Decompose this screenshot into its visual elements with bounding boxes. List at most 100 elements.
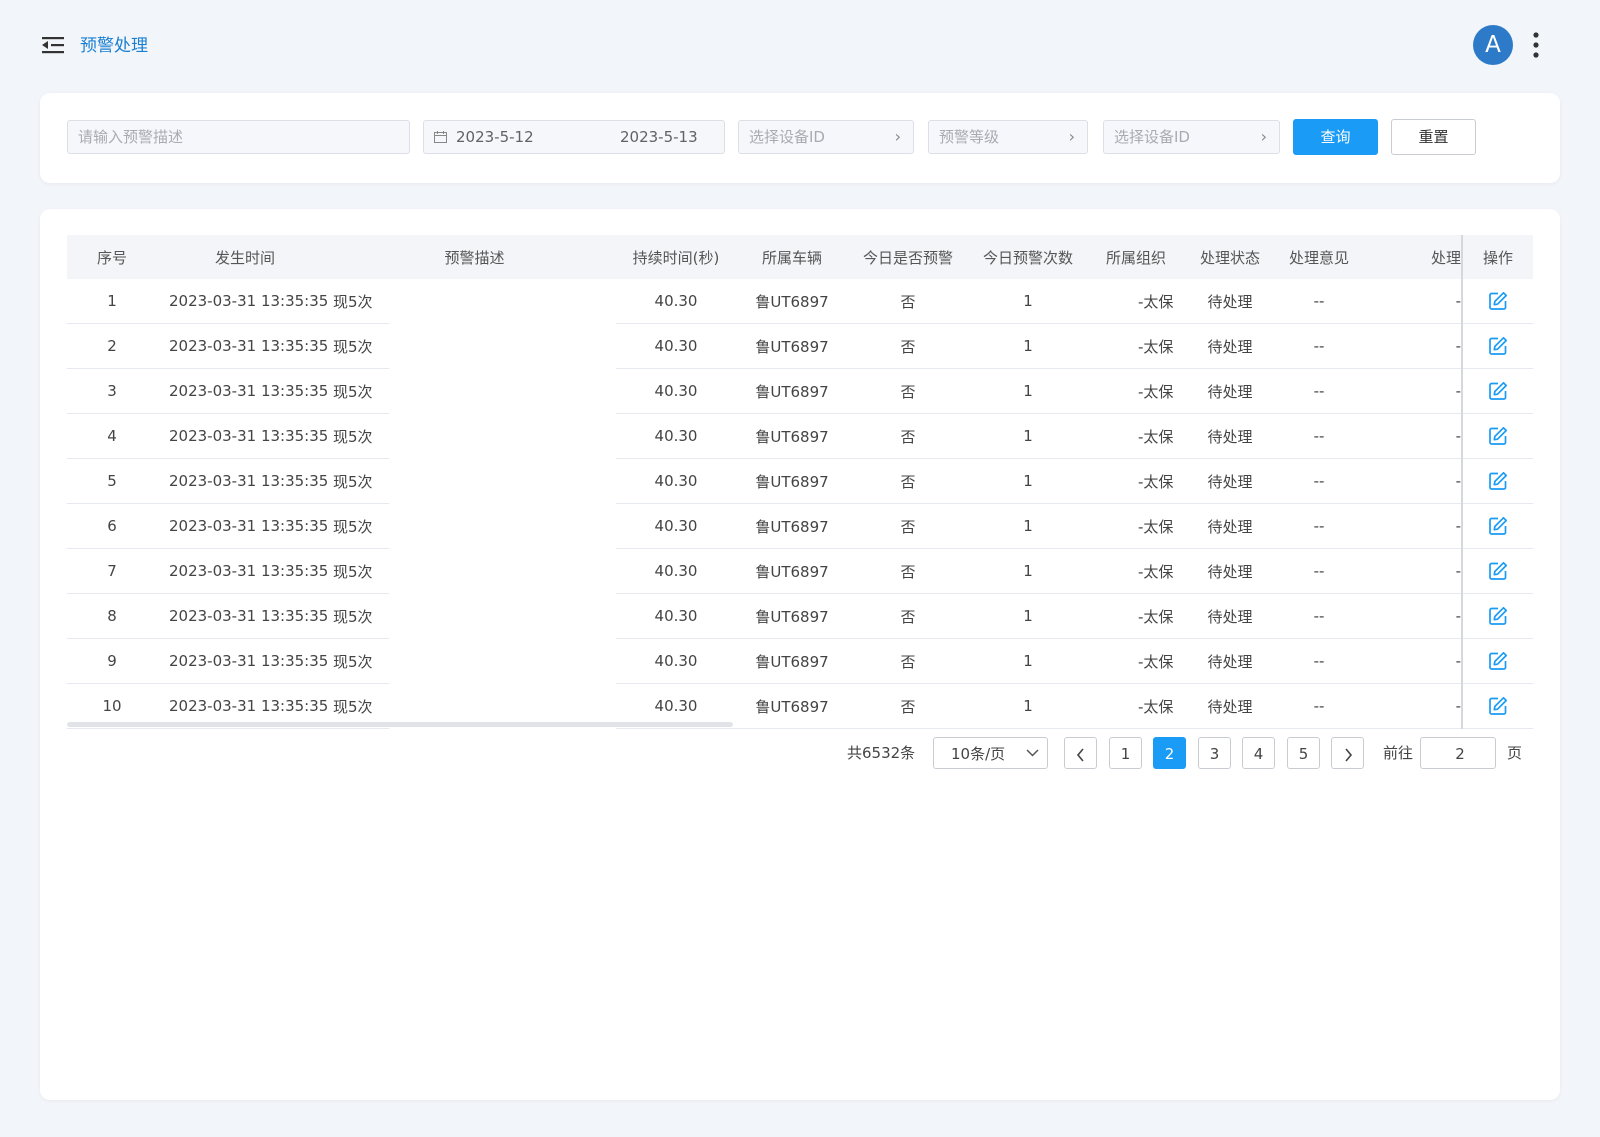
device-id-select-2[interactable]: 选择设备ID › — [1103, 120, 1280, 154]
date-end[interactable]: 2023-5-13 — [620, 121, 698, 153]
cell-vehicle: 鲁UT6897 — [736, 593, 849, 639]
cell-index: 4 — [67, 413, 157, 459]
cell-action — [1461, 458, 1534, 504]
page-number-2[interactable]: 2 — [1153, 737, 1186, 769]
filter-panel: 2023-5-12 2023-5-13 选择设备ID › 预警等级 › 选择设备… — [40, 93, 1560, 183]
cell-today-alert: 否 — [848, 279, 969, 324]
cell-opinion: -- — [1276, 683, 1363, 729]
edit-icon[interactable] — [1488, 696, 1508, 716]
cell-desc-gap — [389, 279, 616, 324]
chevron-right-icon — [1344, 747, 1352, 762]
cell-time: 2023-03-31 13:35:35 — [157, 593, 333, 639]
edit-icon[interactable] — [1488, 291, 1508, 311]
cell-today-alert: 否 — [848, 683, 969, 729]
col-header-vehicle: 所属车辆 — [736, 235, 849, 279]
cell-index: 3 — [67, 368, 157, 414]
cell-opinion: -- — [1276, 458, 1363, 504]
device-id-select[interactable]: 选择设备ID › — [738, 120, 914, 154]
edit-icon[interactable] — [1488, 651, 1508, 671]
table-panel: 序号 发生时间 预警描述 持续时间(秒) 所属车辆 今日是否预警 今日预警次数 … — [40, 209, 1560, 1100]
cell-today-count: 1 — [968, 503, 1089, 549]
col-header-duration: 持续时间(秒) — [616, 235, 737, 279]
cell-org: -太保 — [1088, 593, 1185, 639]
cell-org: -太保 — [1088, 638, 1185, 684]
cell-handler: - — [1362, 323, 1463, 369]
edit-icon[interactable] — [1488, 336, 1508, 356]
cell-action — [1461, 279, 1534, 324]
edit-icon[interactable] — [1488, 426, 1508, 446]
more-vertical-icon[interactable] — [1530, 31, 1542, 59]
cell-today-count: 1 — [968, 279, 1089, 324]
cell-desc-gap — [389, 639, 616, 684]
cell-today-count: 1 — [968, 638, 1089, 684]
avatar[interactable]: A — [1473, 25, 1513, 65]
cell-index: 6 — [67, 503, 157, 549]
cell-status: 待处理 — [1184, 593, 1277, 639]
cell-today-count: 1 — [968, 458, 1089, 504]
cell-opinion: -- — [1276, 503, 1363, 549]
prev-page-button[interactable] — [1064, 737, 1097, 769]
chevron-right-icon: › — [1068, 127, 1075, 146]
page-size-select[interactable]: 10条/页 — [933, 737, 1048, 769]
cell-today-count: 1 — [968, 683, 1089, 729]
cell-time: 2023-03-31 13:35:35 — [157, 503, 333, 549]
table-row: 4 2023-03-31 13:35:35 现5次 40.30 鲁UT6897 否 1 -太保… — [67, 413, 1534, 459]
cell-status: 待处理 — [1184, 323, 1277, 369]
next-page-button[interactable] — [1331, 737, 1364, 769]
date-start[interactable]: 2023-5-12 — [456, 121, 534, 153]
alert-level-select[interactable]: 预警等级 › — [928, 120, 1088, 154]
cell-org: -太保 — [1088, 279, 1185, 324]
cell-desc: 现5次 — [333, 548, 389, 594]
cell-action — [1461, 548, 1534, 594]
cell-index: 1 — [67, 279, 157, 324]
cell-desc-gap — [389, 369, 616, 414]
cell-today-alert: 否 — [848, 368, 969, 414]
pagination-total: 共6532条 — [847, 744, 916, 762]
cell-action — [1461, 368, 1534, 414]
page-number-1[interactable]: 1 — [1109, 737, 1142, 769]
cell-duration: 40.30 — [616, 413, 737, 459]
page-number-5[interactable]: 5 — [1287, 737, 1320, 769]
chevron-down-icon — [1026, 749, 1039, 757]
cell-time: 2023-03-31 13:35:35 — [157, 638, 333, 684]
cell-action — [1461, 638, 1534, 684]
alert-desc-field[interactable] — [67, 120, 410, 154]
reset-button[interactable]: 重置 — [1391, 119, 1476, 155]
cell-status: 待处理 — [1184, 503, 1277, 549]
cell-time: 2023-03-31 13:35:35 — [157, 368, 333, 414]
cell-today-alert: 否 — [848, 323, 969, 369]
page-title: 预警处理 — [80, 36, 148, 56]
cell-vehicle: 鲁UT6897 — [736, 638, 849, 684]
cell-org: -太保 — [1088, 548, 1185, 594]
edit-icon[interactable] — [1488, 381, 1508, 401]
edit-icon[interactable] — [1488, 606, 1508, 626]
date-range-picker[interactable]: 2023-5-12 2023-5-13 — [423, 120, 725, 154]
goto-page-field[interactable] — [1420, 737, 1499, 770]
horizontal-scrollbar[interactable] — [67, 722, 733, 727]
cell-duration: 40.30 — [616, 548, 737, 594]
device-id-placeholder: 选择设备ID — [749, 128, 825, 146]
page-number-3[interactable]: 3 — [1198, 737, 1231, 769]
cell-duration: 40.30 — [616, 368, 737, 414]
edit-icon[interactable] — [1488, 471, 1508, 491]
top-bar: 预警处理 A — [0, 0, 1600, 92]
col-header-today-count: 今日预警次数 — [968, 235, 1089, 279]
page-number-4[interactable]: 4 — [1242, 737, 1275, 769]
edit-icon[interactable] — [1488, 561, 1508, 581]
cell-status: 待处理 — [1184, 458, 1277, 504]
goto-page-input[interactable] — [1421, 738, 1499, 770]
cell-time: 2023-03-31 13:35:35 — [157, 413, 333, 459]
cell-index: 5 — [67, 458, 157, 504]
cell-status: 待处理 — [1184, 548, 1277, 594]
table-row: 2 2023-03-31 13:35:35 现5次 40.30 鲁UT6897 否 1 -太保… — [67, 323, 1534, 369]
alert-desc-input[interactable] — [78, 121, 409, 153]
cell-status: 待处理 — [1184, 413, 1277, 459]
menu-fold-icon[interactable] — [42, 35, 64, 55]
cell-org: -太保 — [1088, 503, 1185, 549]
cell-org: -太保 — [1088, 368, 1185, 414]
alert-level-placeholder: 预警等级 — [939, 128, 1000, 146]
edit-icon[interactable] — [1488, 516, 1508, 536]
query-button[interactable]: 查询 — [1293, 119, 1378, 155]
cell-index: 7 — [67, 548, 157, 594]
table-row: 1 2023-03-31 13:35:35 现5次 40.30 鲁UT6897 否 1 -太保… — [67, 279, 1534, 324]
